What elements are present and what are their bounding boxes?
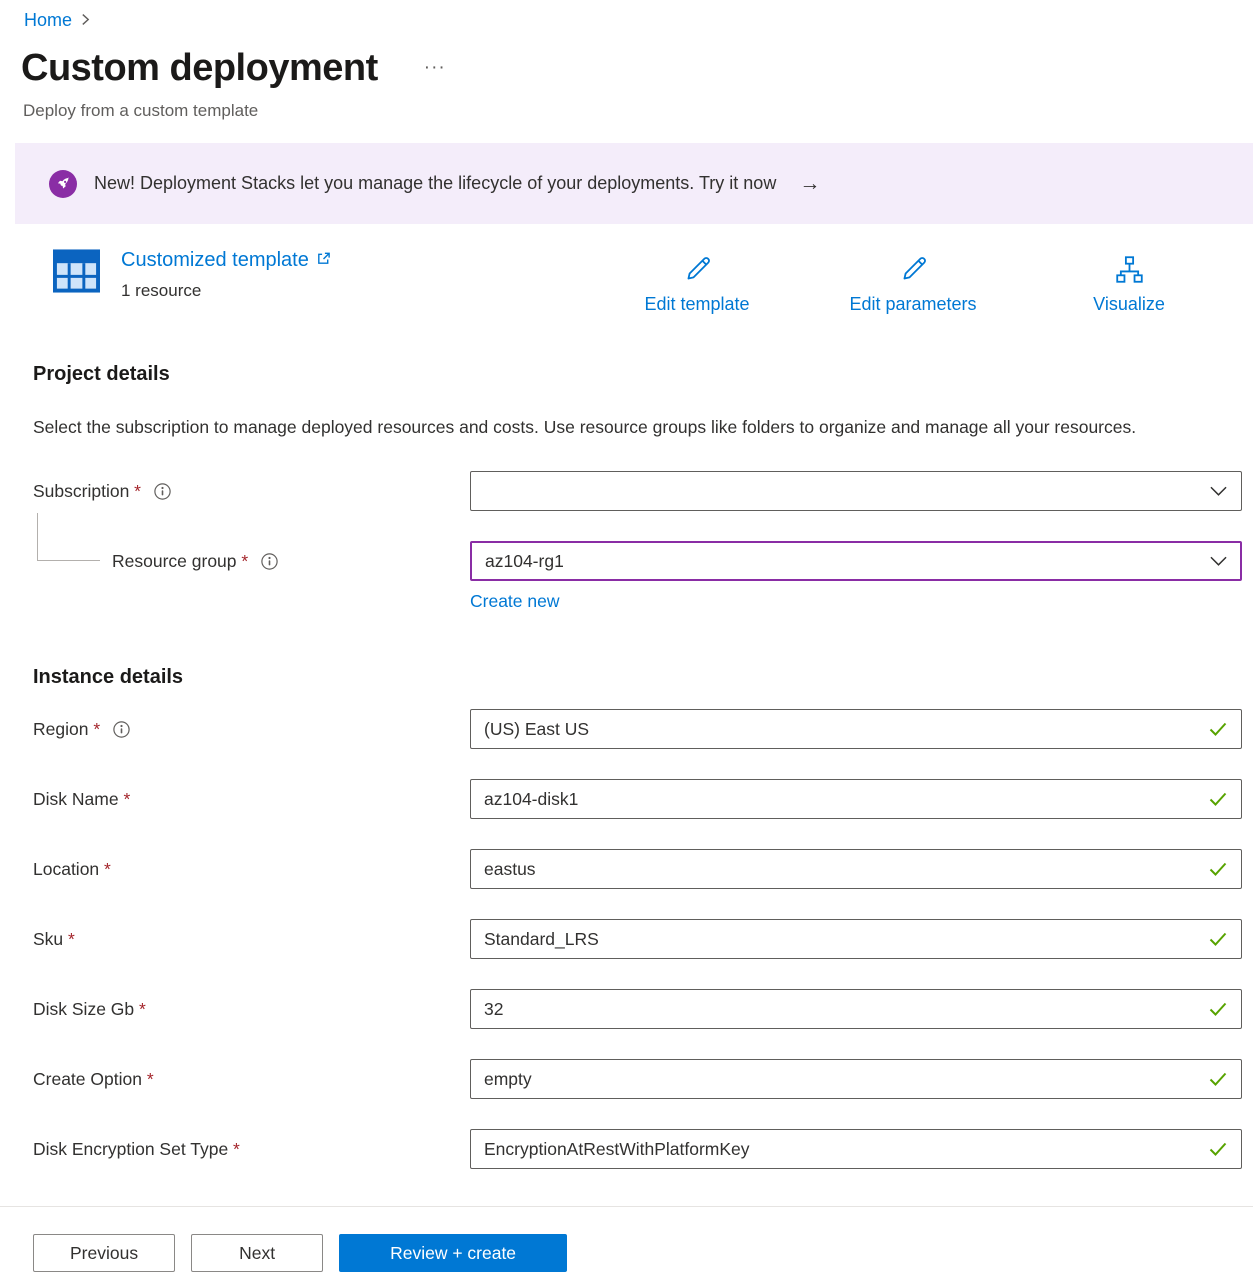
wizard-footer: Previous Next Review + create: [0, 1206, 1253, 1280]
hierarchy-icon: [1114, 254, 1145, 285]
external-link-icon: [316, 251, 331, 266]
page-title: Custom deployment: [21, 47, 378, 90]
instance-details-heading: Instance details: [33, 666, 1253, 689]
resource-group-label: Resource group: [112, 551, 248, 572]
resource-group-dropdown[interactable]: az104-rg1: [470, 541, 1242, 581]
create-option-value: empty: [484, 1069, 532, 1090]
resource-group-value: az104-rg1: [485, 551, 564, 572]
location-label: Location: [33, 859, 111, 880]
pencil-icon: [898, 254, 929, 285]
disk-encryption-set-type-value: EncryptionAtRestWithPlatformKey: [484, 1139, 750, 1160]
region-input[interactable]: (US) East US: [470, 709, 1242, 749]
region-value: (US) East US: [484, 719, 589, 740]
template-actions: Edit template Edit parameters Visualize: [589, 249, 1237, 315]
sku-label: Sku: [33, 929, 75, 950]
valid-check-icon: [1209, 1002, 1227, 1016]
create-option-input[interactable]: empty: [470, 1059, 1242, 1099]
project-details-description: Select the subscription to manage deploy…: [33, 412, 1178, 443]
region-field-row: Region (US) East US: [33, 709, 1253, 749]
breadcrumb-home-link[interactable]: Home: [24, 10, 72, 31]
sku-field-row: Sku Standard_LRS: [33, 919, 1253, 959]
sku-value: Standard_LRS: [484, 929, 599, 950]
next-button[interactable]: Next: [191, 1234, 323, 1272]
info-icon[interactable]: [154, 483, 171, 500]
disk-size-value: 32: [484, 999, 503, 1020]
location-value: eastus: [484, 859, 536, 880]
visualize-button[interactable]: Visualize: [1021, 249, 1237, 315]
chevron-down-icon: [1210, 486, 1227, 496]
deployment-stacks-banner[interactable]: New! Deployment Stacks let you manage th…: [15, 143, 1253, 224]
previous-button[interactable]: Previous: [33, 1234, 175, 1272]
resource-group-connector: [37, 513, 100, 561]
edit-template-label: Edit template: [644, 294, 749, 315]
template-icon: [53, 249, 100, 301]
banner-text: New! Deployment Stacks let you manage th…: [94, 173, 776, 194]
disk-encryption-set-type-label: Disk Encryption Set Type: [33, 1139, 240, 1160]
disk-size-input[interactable]: 32: [470, 989, 1242, 1029]
valid-check-icon: [1209, 932, 1227, 946]
region-label: Region: [33, 719, 100, 740]
page-subtitle: Deploy from a custom template: [21, 101, 1253, 121]
location-field-row: Location eastus: [33, 849, 1253, 889]
review-create-button[interactable]: Review + create: [339, 1234, 567, 1272]
chevron-down-icon: [1210, 556, 1227, 566]
template-name-label: Customized template: [121, 249, 309, 272]
disk-name-field-row: Disk Name az104-disk1: [33, 779, 1253, 819]
rocket-icon: [49, 170, 77, 198]
disk-size-field-row: Disk Size Gb 32: [33, 989, 1253, 1029]
sku-input[interactable]: Standard_LRS: [470, 919, 1242, 959]
subscription-label: Subscription: [33, 481, 141, 502]
project-details-heading: Project details: [33, 363, 1253, 386]
customized-template-link[interactable]: Customized template: [121, 249, 331, 272]
disk-size-label: Disk Size Gb: [33, 999, 146, 1020]
valid-check-icon: [1209, 722, 1227, 736]
breadcrumb: Home: [0, 0, 1253, 31]
disk-encryption-set-type-field-row: Disk Encryption Set Type EncryptionAtRes…: [33, 1129, 1253, 1169]
valid-check-icon: [1209, 862, 1227, 876]
create-option-label: Create Option: [33, 1069, 154, 1090]
valid-check-icon: [1209, 1142, 1227, 1156]
resource-count: 1 resource: [121, 281, 331, 301]
disk-encryption-set-type-input[interactable]: EncryptionAtRestWithPlatformKey: [470, 1129, 1242, 1169]
disk-name-label: Disk Name: [33, 789, 130, 810]
template-summary-row: Customized template 1 resource Edit temp…: [53, 249, 1253, 315]
subscription-field-row: Subscription: [33, 471, 1253, 511]
project-details-form: Subscription Resource group az104-rg1: [33, 471, 1253, 614]
info-icon[interactable]: [261, 553, 278, 570]
valid-check-icon: [1209, 792, 1227, 806]
disk-name-input[interactable]: az104-disk1: [470, 779, 1242, 819]
edit-parameters-label: Edit parameters: [849, 294, 976, 315]
visualize-label: Visualize: [1093, 294, 1165, 315]
breadcrumb-chevron-icon: [81, 10, 90, 31]
valid-check-icon: [1209, 1072, 1227, 1086]
instance-details-form: Region (US) East US Disk Name az104-disk…: [33, 709, 1253, 1169]
page-header: Custom deployment ··· Deploy from a cust…: [0, 31, 1253, 121]
edit-template-button[interactable]: Edit template: [589, 249, 805, 315]
pencil-icon: [682, 254, 713, 285]
location-input[interactable]: eastus: [470, 849, 1242, 889]
more-options-button[interactable]: ···: [424, 57, 446, 79]
info-icon[interactable]: [113, 721, 130, 738]
resource-group-field-row: Resource group az104-rg1: [33, 541, 1253, 581]
disk-name-value: az104-disk1: [484, 789, 578, 810]
create-option-field-row: Create Option empty: [33, 1059, 1253, 1099]
create-new-link[interactable]: Create new: [470, 591, 560, 612]
edit-parameters-button[interactable]: Edit parameters: [805, 249, 1021, 315]
banner-arrow-icon: →: [799, 172, 820, 196]
subscription-dropdown[interactable]: [470, 471, 1242, 511]
